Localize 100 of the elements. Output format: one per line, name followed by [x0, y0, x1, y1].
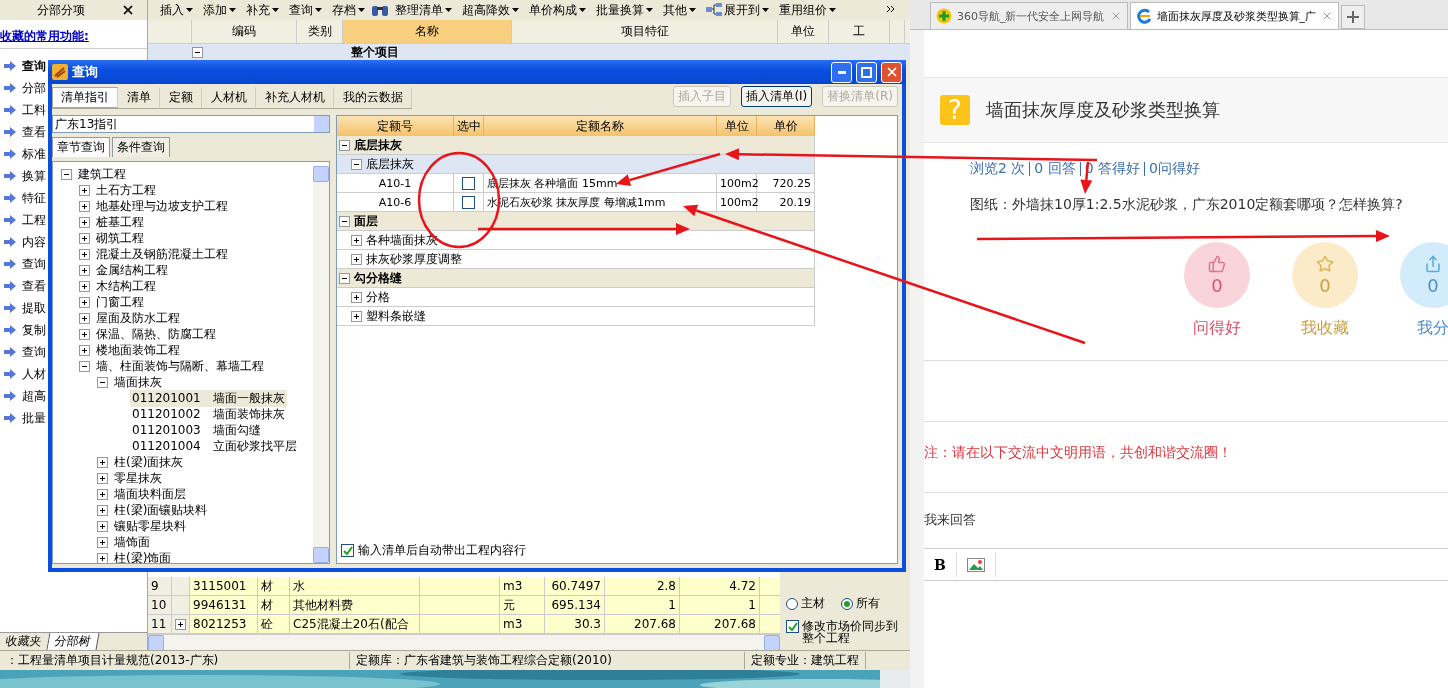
- expand-icon[interactable]: [97, 472, 108, 484]
- sidebar-item[interactable]: 提取: [22, 299, 46, 317]
- expand-icon[interactable]: [97, 536, 108, 548]
- collapse-icon[interactable]: [192, 46, 203, 58]
- tree-item[interactable]: 011201003 墙面勾缝: [130, 421, 263, 439]
- expand-icon[interactable]: [97, 456, 108, 468]
- browser-tab[interactable]: 360导航_新一代安全上网导航: [930, 2, 1128, 29]
- toolbar-menu[interactable]: 其他: [659, 1, 700, 19]
- dialog-tab[interactable]: 补充人材机: [256, 87, 334, 108]
- dialog-tab[interactable]: 清单: [118, 87, 160, 108]
- subgroup-title[interactable]: 底层抹灰: [366, 155, 414, 173]
- tree-item[interactable]: 011201001 墙面一般抹灰: [130, 389, 287, 407]
- toolbar-menu[interactable]: 单价构成: [525, 1, 590, 19]
- toolbar-menu[interactable]: 整理清单: [391, 1, 456, 19]
- dialog-tab[interactable]: 定额: [160, 87, 202, 108]
- sidebar-item[interactable]: 查看: [22, 123, 46, 141]
- expand-icon[interactable]: [175, 618, 186, 630]
- tree-item[interactable]: 柱(梁)饰面: [112, 549, 174, 563]
- sidebar-item[interactable]: 内容: [22, 233, 46, 251]
- tree-item[interactable]: 混凝土及钢筋混凝土工程: [94, 245, 230, 263]
- column-header[interactable]: 项目特征: [512, 20, 778, 43]
- collapse-icon[interactable]: [97, 376, 108, 388]
- tree-item[interactable]: 木结构工程: [94, 277, 158, 295]
- expand-icon[interactable]: [79, 248, 90, 260]
- expand-icon[interactable]: [351, 310, 362, 322]
- sidebar-item[interactable]: 查询: [22, 255, 46, 273]
- toolbar-menu[interactable]: 超高降效: [458, 1, 523, 19]
- select-checkbox[interactable]: [462, 195, 475, 209]
- toolbar-menu[interactable]: 添加: [199, 1, 240, 19]
- expand-icon[interactable]: [351, 253, 362, 265]
- maximize-button[interactable]: [856, 61, 877, 83]
- expand-icon[interactable]: [79, 184, 90, 196]
- scrollbar[interactable]: [313, 166, 329, 563]
- expand-icon[interactable]: [79, 312, 90, 324]
- sidebar-item[interactable]: 超高: [22, 387, 46, 405]
- tree-item[interactable]: 011201002 墙面装饰抹灰: [130, 405, 287, 423]
- tree-item[interactable]: 墙、柱面装饰与隔断、幕墙工程: [94, 357, 266, 375]
- tree-item[interactable]: 砌筑工程: [94, 229, 146, 247]
- expand-icon[interactable]: [79, 328, 90, 340]
- new-tab-button[interactable]: [1341, 5, 1365, 29]
- collapse-icon[interactable]: [79, 360, 90, 372]
- tree-item[interactable]: 地基处理与边坡支护工程: [94, 197, 230, 215]
- expand-icon[interactable]: [97, 504, 108, 516]
- sidebar-item[interactable]: 查看: [22, 277, 46, 295]
- scrollbar[interactable]: [148, 634, 780, 650]
- expand-icon[interactable]: [97, 552, 108, 563]
- sidebar-item[interactable]: 查询: [22, 343, 46, 361]
- expand-icon[interactable]: [79, 296, 90, 308]
- dialog-tab[interactable]: 我的云数据: [334, 87, 412, 108]
- group-title[interactable]: 勾分格缝: [354, 269, 402, 287]
- toolbar-menu[interactable]: 批量换算: [592, 1, 657, 19]
- dialog-tab[interactable]: 人材机: [202, 87, 256, 108]
- toolbar-menu[interactable]: 查询: [285, 1, 326, 19]
- tree-item[interactable]: 镶贴零星块料: [112, 517, 188, 535]
- library-select[interactable]: 广东13指引: [52, 115, 330, 133]
- tree-item[interactable]: 柱(梁)面抹灰: [112, 453, 186, 471]
- toolbar-menu[interactable]: 插入: [156, 1, 197, 19]
- sidebar-item[interactable]: 人材: [22, 365, 46, 383]
- stat-link[interactable]: 0问得好: [1149, 160, 1200, 178]
- browser-tab[interactable]: 墙面抹灰厚度及砂浆类型换算_广: [1129, 2, 1339, 29]
- collapse-icon[interactable]: [339, 215, 350, 227]
- tree-item[interactable]: 屋面及防水工程: [94, 309, 182, 327]
- expand-icon[interactable]: [97, 520, 108, 532]
- tree-item[interactable]: 桩基工程: [94, 213, 146, 231]
- subgroup-title[interactable]: 抹灰砂浆厚度调整: [366, 250, 462, 268]
- tree-item[interactable]: 保温、隔热、防腐工程: [94, 325, 218, 343]
- subgroup-title[interactable]: 分格: [366, 288, 390, 306]
- column-header[interactable]: 单位: [778, 20, 829, 43]
- column-header[interactable]: 名称: [343, 20, 512, 43]
- sidebar-item[interactable]: 批量: [22, 409, 46, 427]
- toolbar-menu[interactable]: 展开到: [702, 1, 773, 19]
- search-tab[interactable]: 条件查询: [112, 137, 170, 157]
- tree-item[interactable]: 零星抹灰: [112, 469, 164, 487]
- collapse-icon[interactable]: [61, 168, 72, 180]
- binoculars-icon[interactable]: [371, 3, 389, 17]
- expand-icon[interactable]: [351, 291, 362, 303]
- expand-icon[interactable]: [79, 232, 90, 244]
- tree-item[interactable]: 金属结构工程: [94, 261, 170, 279]
- tree-item[interactable]: 土石方工程: [94, 181, 158, 199]
- tree-item[interactable]: 墙面块料面层: [112, 485, 188, 503]
- tree-item[interactable]: 011201004 立面砂浆找平层: [130, 437, 299, 455]
- dialog-tab[interactable]: 清单指引: [52, 87, 118, 108]
- column-header[interactable]: 编码: [192, 20, 297, 43]
- toolbar-menu[interactable]: 补充: [242, 1, 283, 19]
- chevrons-icon[interactable]: [886, 5, 896, 15]
- sidebar-item[interactable]: 复制: [22, 321, 46, 339]
- tree-item[interactable]: 建筑工程: [76, 165, 128, 183]
- minimize-button[interactable]: [831, 61, 852, 83]
- tree-item[interactable]: 门窗工程: [94, 293, 146, 311]
- radio-option[interactable]: 所有: [841, 595, 880, 612]
- expand-icon[interactable]: [79, 280, 90, 292]
- tree-item[interactable]: 墙饰面: [112, 533, 152, 551]
- collapse-icon[interactable]: [339, 272, 350, 284]
- action-button[interactable]: 插入清单(I): [741, 86, 813, 107]
- toolbar-menu[interactable]: 存档: [328, 1, 369, 19]
- tree-item[interactable]: 柱(梁)面镶贴块料: [112, 501, 210, 519]
- sidebar-item[interactable]: 工料: [22, 101, 46, 119]
- collapse-icon[interactable]: [351, 158, 362, 170]
- tree-item[interactable]: 楼地面装饰工程: [94, 341, 182, 359]
- select-checkbox[interactable]: [462, 176, 475, 190]
